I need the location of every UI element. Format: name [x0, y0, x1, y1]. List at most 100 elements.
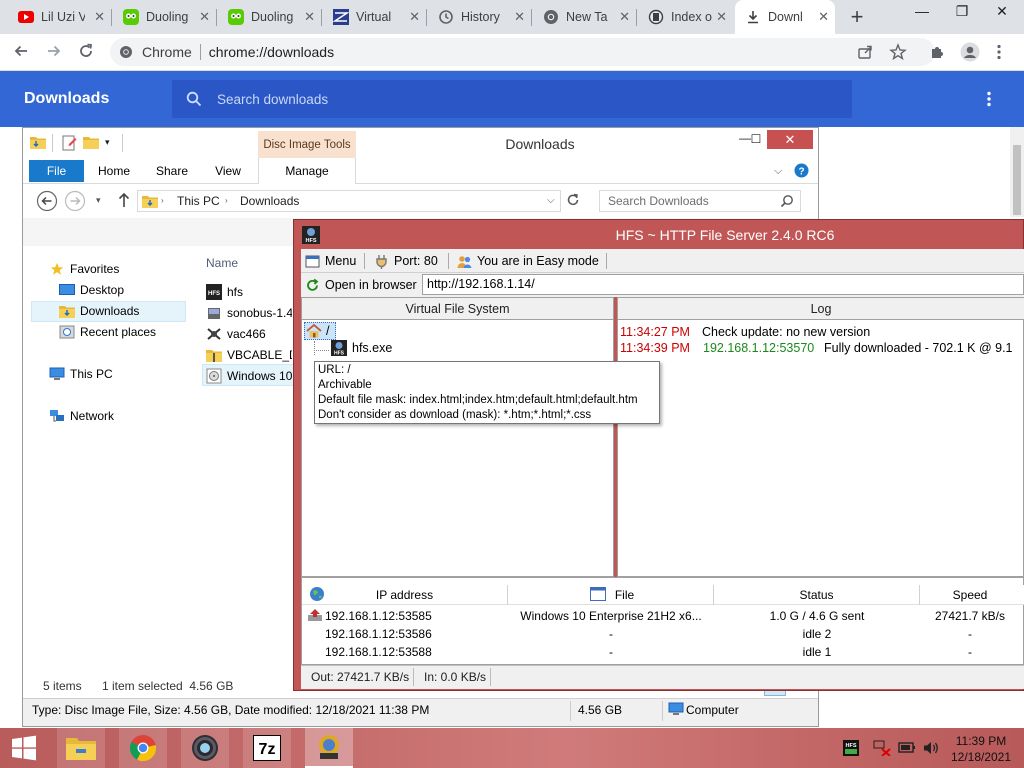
refresh-icon[interactable] — [565, 192, 581, 208]
forward-arrow-icon[interactable] — [64, 190, 86, 212]
log-panel — [617, 297, 1024, 577]
new-tab-button[interactable]: + — [845, 4, 869, 30]
svg-text:HFS: HFS — [208, 291, 220, 297]
vfs-root-label[interactable]: / — [326, 324, 329, 338]
tab-4[interactable]: Virtual ✕ — [323, 0, 427, 34]
column-speed[interactable]: Speed — [920, 585, 1020, 605]
power-tray-icon[interactable] — [898, 740, 916, 756]
ribbon-expand-icon[interactable]: ⌵ — [774, 165, 782, 178]
network-tray-icon[interactable] — [873, 740, 891, 756]
open-in-browser-button[interactable]: Open in browser — [305, 274, 417, 296]
hfs-taskbar-icon[interactable] — [305, 728, 353, 768]
volume-tray-icon[interactable] — [922, 740, 940, 756]
downloads-menu-icon[interactable] — [986, 91, 992, 107]
nav-this-pc[interactable]: This PC — [49, 367, 113, 381]
nav-desktop[interactable]: Desktop — [59, 283, 124, 297]
page-scrollbar[interactable] — [1010, 127, 1024, 217]
close-tab-icon[interactable]: ✕ — [818, 9, 829, 25]
omnibox[interactable]: Chrome chrome://downloads — [110, 38, 935, 66]
close-window-button[interactable]: ✕ — [982, 0, 1022, 30]
back-icon[interactable] — [12, 42, 30, 60]
close-tab-icon[interactable]: ✕ — [514, 9, 525, 25]
search-icon[interactable] — [780, 194, 794, 208]
file-item[interactable]: VBCABLE_Dr — [206, 347, 292, 363]
tab-2[interactable]: Duoling ✕ — [113, 0, 217, 34]
breadcrumb-downloads[interactable]: Downloads — [240, 194, 299, 208]
recent-locations-icon[interactable]: ▾ — [96, 195, 101, 206]
extensions-icon[interactable] — [928, 43, 946, 61]
profile-avatar[interactable] — [960, 42, 980, 62]
file-item-selected[interactable]: Windows 10 — [206, 368, 292, 384]
nav-favorites[interactable]: Favorites — [49, 262, 119, 276]
breadcrumb-this-pc[interactable]: This PC — [177, 194, 220, 208]
column-status[interactable]: Status — [714, 585, 920, 605]
properties-icon[interactable] — [62, 135, 77, 151]
log-address: 192.168.1.12:53570 — [703, 341, 815, 355]
address-dropdown-icon[interactable]: ⌵ — [547, 195, 555, 206]
tab-5[interactable]: History ✕ — [428, 0, 532, 34]
close-tab-icon[interactable]: ✕ — [619, 9, 630, 25]
clock[interactable]: 11:39 PM 12/18/2021 — [946, 733, 1016, 765]
qat-dropdown-icon[interactable]: ▾ — [105, 137, 110, 148]
minimize-button[interactable]: — — [902, 0, 942, 30]
forward-icon[interactable] — [45, 42, 63, 60]
tab-share[interactable]: Share — [148, 160, 196, 182]
hfs-url-text[interactable]: http://192.168.1.14/ — [427, 277, 535, 291]
column-ip[interactable]: IP address — [302, 585, 508, 605]
downloads-folder-icon — [59, 306, 75, 318]
hfs-menu-button[interactable]: Menu — [305, 250, 356, 272]
hfs-port-button[interactable]: Port: 80 — [374, 250, 438, 272]
explorer-maximize-button[interactable]: ☐ — [746, 132, 766, 148]
connection-ip[interactable]: 192.168.1.12:53585 — [325, 607, 432, 625]
close-tab-icon[interactable]: ✕ — [409, 9, 420, 25]
share-icon[interactable] — [857, 44, 873, 60]
tab-manage[interactable]: Manage — [258, 160, 356, 182]
explorer-search-placeholder: Search Downloads — [608, 194, 709, 208]
column-header-name[interactable]: Name — [206, 256, 238, 270]
7zip-icon[interactable]: 7z — [243, 728, 291, 768]
close-tab-icon[interactable]: ✕ — [304, 9, 315, 25]
nav-downloads[interactable]: Downloads — [59, 304, 139, 318]
downloads-search-box[interactable]: Search downloads — [172, 80, 852, 118]
chrome-icon[interactable] — [119, 728, 167, 768]
tab-3[interactable]: Duoling ✕ — [218, 0, 322, 34]
nav-recent-places[interactable]: Recent places — [59, 325, 156, 339]
bookmark-star-icon[interactable] — [889, 43, 907, 61]
clock-date: 12/18/2021 — [950, 750, 1012, 764]
tab-7[interactable]: Index o ✕ — [638, 0, 733, 34]
hfs-mode-button[interactable]: You are in Easy mode — [457, 250, 599, 272]
help-icon[interactable]: ? — [794, 163, 809, 178]
file-explorer-icon[interactable] — [57, 728, 105, 768]
tab-view[interactable]: View — [205, 160, 251, 182]
connection-ip[interactable]: 192.168.1.12:53586 — [325, 625, 432, 643]
file-item[interactable]: HFS hfs — [206, 284, 292, 300]
file-item[interactable]: vac466 — [206, 326, 292, 342]
vfs-file-label[interactable]: hfs.exe — [352, 341, 392, 355]
tab-1[interactable]: Lil Uzi V ✕ — [8, 0, 112, 34]
tab-file[interactable]: File — [29, 160, 84, 182]
omnibox-url[interactable]: chrome://downloads — [209, 44, 334, 60]
back-arrow-icon[interactable] — [36, 190, 58, 212]
file-item[interactable]: sonobus-1.4 — [206, 305, 292, 321]
close-tab-icon[interactable]: ✕ — [716, 9, 727, 25]
new-folder-icon[interactable] — [83, 135, 99, 149]
tab-6[interactable]: New Ta ✕ — [533, 0, 637, 34]
obs-icon[interactable] — [181, 728, 229, 768]
hfs-tray-icon[interactable]: HFS — [843, 740, 859, 756]
chrome-icon — [543, 9, 559, 25]
close-tab-icon[interactable]: ✕ — [94, 9, 105, 25]
explorer-close-button[interactable]: ✕ — [767, 130, 813, 149]
reload-icon[interactable] — [77, 42, 95, 60]
browser-menu-icon[interactable] — [996, 44, 1002, 60]
column-file[interactable]: File — [508, 585, 714, 605]
tab-home[interactable]: Home — [90, 160, 138, 182]
close-tab-icon[interactable]: ✕ — [199, 9, 210, 25]
column-speed-label: Speed — [952, 588, 988, 602]
connection-ip[interactable]: 192.168.1.12:53588 — [325, 643, 432, 661]
zip-folder-icon — [206, 350, 222, 362]
up-arrow-icon[interactable] — [117, 192, 131, 208]
start-button[interactable] — [0, 728, 48, 768]
maximize-button[interactable]: ❐ — [942, 0, 982, 30]
nav-network[interactable]: Network — [49, 409, 114, 423]
tab-8-active[interactable]: Downl ✕ — [735, 0, 835, 34]
